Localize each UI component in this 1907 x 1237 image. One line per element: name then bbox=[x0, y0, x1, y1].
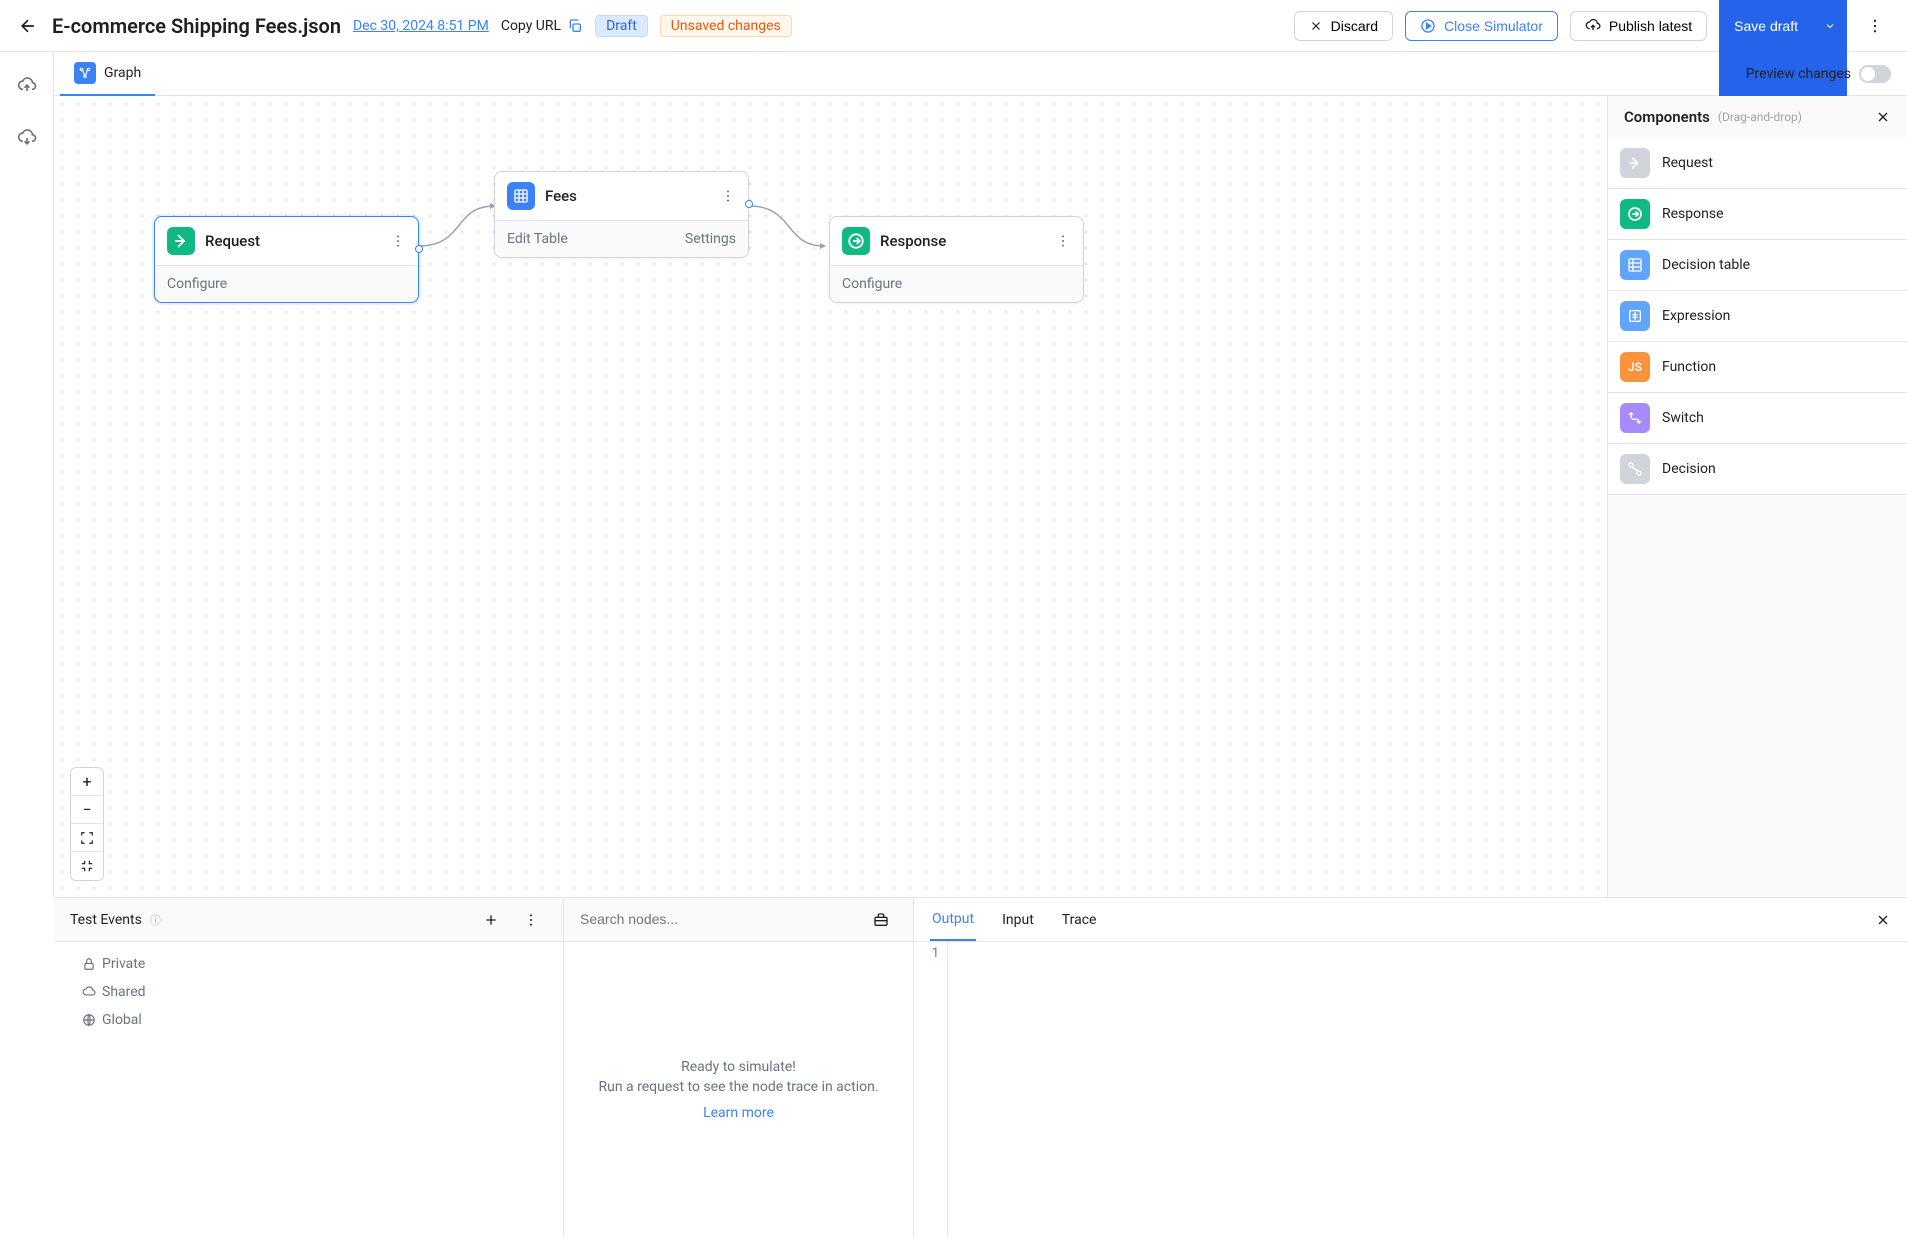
cloud-icon bbox=[82, 985, 96, 999]
components-hint: (Drag-and-drop) bbox=[1718, 110, 1802, 124]
simulate-subtitle: Run a request to see the node trace in a… bbox=[598, 1079, 878, 1095]
fit-view-button[interactable] bbox=[71, 824, 103, 852]
expression-icon bbox=[1620, 301, 1650, 331]
preview-toggle-label: Preview changes bbox=[1746, 66, 1851, 82]
events-more-button[interactable] bbox=[515, 904, 547, 936]
tab-graph[interactable]: Graph bbox=[60, 52, 155, 96]
zoom-controls: + − bbox=[70, 767, 104, 881]
unsaved-badge: Unsaved changes bbox=[660, 15, 792, 37]
tab-trace[interactable]: Trace bbox=[1060, 900, 1099, 940]
switch-icon bbox=[1620, 403, 1650, 433]
back-button[interactable] bbox=[16, 14, 40, 38]
component-expression[interactable]: Expression bbox=[1608, 291, 1907, 342]
close-icon bbox=[1875, 912, 1891, 928]
node-request-more[interactable] bbox=[390, 233, 406, 249]
test-events-title: Test Events bbox=[70, 912, 142, 928]
component-function[interactable]: JS Function bbox=[1608, 342, 1907, 393]
lock-icon bbox=[82, 957, 96, 971]
copy-icon bbox=[567, 18, 583, 34]
node-fees[interactable]: Fees Edit Table Settings bbox=[494, 171, 749, 258]
node-response[interactable]: Response Configure bbox=[829, 216, 1084, 303]
node-request[interactable]: Request Configure bbox=[154, 216, 419, 303]
page-title: E-commerce Shipping Fees.json bbox=[52, 14, 341, 38]
output-close-button[interactable] bbox=[1875, 912, 1891, 928]
request-icon bbox=[1620, 148, 1650, 178]
close-simulator-button[interactable]: Close Simulator bbox=[1405, 11, 1558, 41]
copy-url-button[interactable]: Copy URL bbox=[501, 18, 583, 34]
search-nodes-input[interactable] bbox=[580, 911, 857, 927]
draft-badge: Draft bbox=[595, 15, 648, 37]
rail-upload-icon[interactable] bbox=[13, 72, 41, 100]
zoom-in-button[interactable]: + bbox=[71, 768, 103, 796]
graph-icon bbox=[74, 62, 96, 84]
tree-global[interactable]: Global bbox=[70, 1006, 547, 1034]
copy-url-label: Copy URL bbox=[501, 18, 561, 34]
decision-icon bbox=[1620, 454, 1650, 484]
components-title: Components bbox=[1624, 108, 1710, 126]
component-request[interactable]: Request bbox=[1608, 138, 1907, 189]
play-circle-icon bbox=[1420, 18, 1436, 34]
node-fees-more[interactable] bbox=[720, 188, 736, 204]
info-icon[interactable]: ⓘ bbox=[150, 912, 161, 928]
preview-toggle[interactable] bbox=[1859, 65, 1891, 83]
toolbox-icon bbox=[873, 912, 889, 928]
decision-table-icon bbox=[507, 182, 535, 210]
components-panel: Components (Drag-and-drop) Request Respo… bbox=[1607, 96, 1907, 897]
line-number: 1 bbox=[914, 942, 948, 1237]
simulate-title: Ready to simulate! bbox=[681, 1059, 796, 1075]
response-icon bbox=[842, 227, 870, 255]
rail-download-icon[interactable] bbox=[13, 124, 41, 152]
chevron-down-icon bbox=[1824, 20, 1836, 32]
node-response-more[interactable] bbox=[1055, 233, 1071, 249]
node-request-configure[interactable]: Configure bbox=[167, 276, 227, 292]
components-close-button[interactable] bbox=[1875, 109, 1891, 125]
decision-table-icon bbox=[1620, 250, 1650, 280]
tree-shared[interactable]: Shared bbox=[70, 978, 547, 1006]
more-menu-button[interactable] bbox=[1859, 10, 1891, 42]
request-icon bbox=[167, 227, 195, 255]
learn-more-link[interactable]: Learn more bbox=[703, 1105, 774, 1121]
discard-button[interactable]: Discard bbox=[1294, 11, 1393, 41]
node-fees-edit[interactable]: Edit Table bbox=[507, 231, 568, 247]
component-switch[interactable]: Switch bbox=[1608, 393, 1907, 444]
zoom-out-button[interactable]: − bbox=[71, 796, 103, 824]
function-icon: JS bbox=[1620, 352, 1650, 382]
component-decision-table[interactable]: Decision table bbox=[1608, 240, 1907, 291]
close-icon bbox=[1309, 19, 1323, 33]
output-editor[interactable] bbox=[948, 942, 1907, 1237]
close-icon bbox=[1875, 109, 1891, 125]
tab-input[interactable]: Input bbox=[1000, 900, 1036, 940]
more-vertical-icon bbox=[1866, 17, 1884, 35]
globe-icon bbox=[82, 1013, 96, 1027]
collapse-view-button[interactable] bbox=[71, 852, 103, 880]
component-response[interactable]: Response bbox=[1608, 189, 1907, 240]
tree-private[interactable]: Private bbox=[70, 950, 547, 978]
upload-cloud-icon bbox=[1585, 18, 1601, 34]
tab-output[interactable]: Output bbox=[930, 899, 976, 941]
search-action-button[interactable] bbox=[865, 904, 897, 936]
publish-button[interactable]: Publish latest bbox=[1570, 11, 1707, 41]
node-fees-settings[interactable]: Settings bbox=[685, 231, 736, 247]
node-response-configure[interactable]: Configure bbox=[842, 276, 902, 292]
last-modified-link[interactable]: Dec 30, 2024 8:51 PM bbox=[353, 18, 489, 34]
response-icon bbox=[1620, 199, 1650, 229]
component-decision[interactable]: Decision bbox=[1608, 444, 1907, 495]
add-event-button[interactable] bbox=[475, 904, 507, 936]
